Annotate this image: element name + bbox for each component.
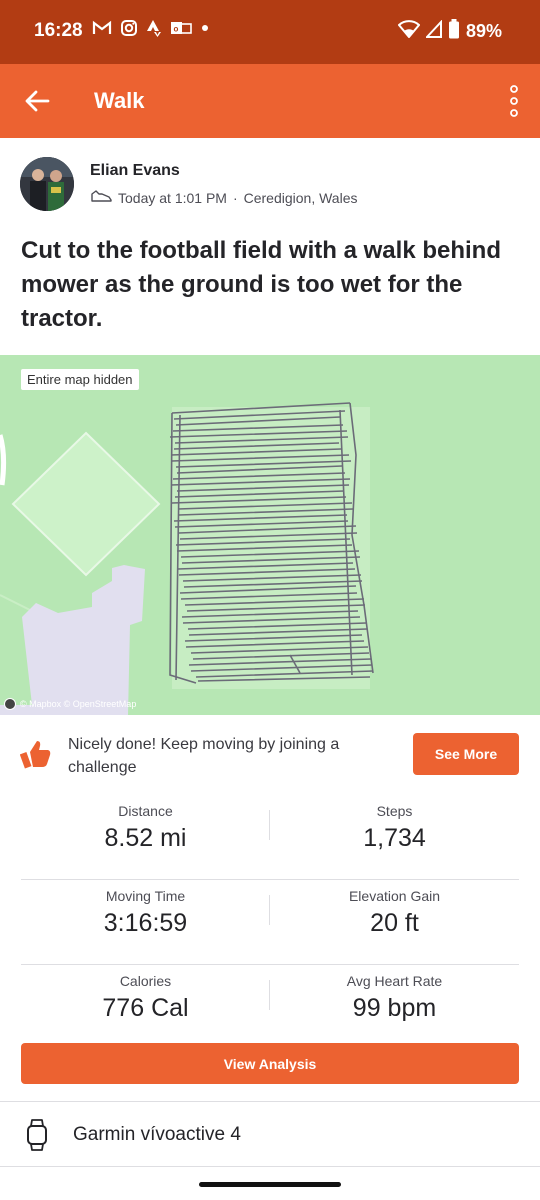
stat-row: Distance 8.52 mi Steps 1,734 (21, 795, 519, 880)
signal-icon (424, 19, 442, 43)
attribution-text: © Mapbox © OpenStreetMap (20, 699, 137, 709)
activity-location: Ceredigion, Wales (243, 189, 358, 206)
see-more-button[interactable]: See More (413, 733, 519, 775)
stats-grid: Distance 8.52 mi Steps 1,734 Moving Time… (21, 795, 519, 1050)
stat-avg-heart-rate: Avg Heart Rate 99 bpm (270, 965, 519, 1023)
view-analysis-button[interactable]: View Analysis (21, 1043, 519, 1084)
activity-time: Today at 1:01 PM (118, 189, 227, 206)
stat-value: 3:16:59 (103, 909, 188, 937)
meta-separator: · (232, 189, 238, 206)
shoe-icon (90, 189, 112, 206)
stat-value: 1,734 (363, 824, 426, 852)
stat-label: Steps (376, 803, 413, 819)
athlete-name[interactable]: Elian Evans (90, 162, 180, 180)
status-bar: 16:28 o 89% (0, 0, 540, 64)
activity-map[interactable]: Entire map hidden © Mapbox © OpenStreetM… (0, 355, 540, 715)
status-time: 16:28 (34, 20, 83, 41)
avatar[interactable] (20, 157, 74, 211)
map-hidden-badge: Entire map hidden (21, 369, 139, 390)
stat-row: Calories 776 Cal Avg Heart Rate 99 bpm (21, 965, 519, 1050)
strava-icon (146, 19, 162, 37)
map-attribution[interactable]: © Mapbox © OpenStreetMap (4, 698, 136, 710)
stat-steps: Steps 1,734 (270, 795, 519, 853)
stat-value: 99 bpm (352, 994, 437, 1022)
page-title: Walk (94, 88, 145, 113)
thumbs-up-icon (19, 737, 54, 776)
stat-label: Moving Time (105, 888, 186, 904)
outlook-icon: o (170, 19, 192, 37)
back-button[interactable] (18, 82, 56, 120)
dot-icon (200, 23, 210, 33)
more-vertical-icon (510, 85, 518, 117)
more-options-button[interactable] (502, 81, 526, 121)
athlete-header: Elian Evans Today at 1:01 PM · Ceredigio… (20, 157, 520, 213)
activity-title: Cut to the football field with a walk be… (21, 237, 501, 332)
system-icons: 89% (397, 19, 502, 44)
stat-value: 20 ft (370, 909, 419, 937)
stat-row: Moving Time 3:16:59 Elevation Gain 20 ft (21, 880, 519, 965)
app-bar: Walk (0, 64, 540, 138)
stat-label: Avg Heart Rate (346, 973, 443, 989)
watch-icon (24, 1118, 50, 1157)
svg-text:o: o (174, 25, 179, 34)
stat-calories: Calories 776 Cal (21, 965, 270, 1023)
stat-distance: Distance 8.52 mi (21, 795, 270, 853)
activity-meta: Today at 1:01 PM · Ceredigion, Wales (90, 189, 358, 206)
notification-icons: o (92, 19, 210, 37)
stat-value: 776 Cal (102, 994, 189, 1022)
battery-icon (448, 19, 460, 44)
device-name: Garmin vívoactive 4 (73, 1124, 241, 1145)
map-canvas (0, 355, 540, 715)
stat-elevation-gain: Elevation Gain 20 ft (270, 880, 519, 938)
arrow-left-icon (25, 90, 50, 112)
home-indicator[interactable] (199, 1182, 341, 1187)
battery-percent: 89% (465, 21, 502, 41)
challenge-prompt: Nicely done! Keep moving by joining a ch… (0, 715, 540, 795)
device-row[interactable]: Garmin vívoactive 4 (0, 1101, 540, 1167)
instagram-icon (120, 19, 138, 37)
challenge-text: Nicely done! Keep moving by joining a ch… (68, 736, 340, 776)
gmail-icon (92, 20, 112, 36)
stat-label: Distance (118, 803, 173, 819)
stat-label: Calories (119, 973, 172, 989)
stat-label: Elevation Gain (348, 888, 441, 904)
wifi-icon (397, 20, 421, 43)
mapbox-logo-icon (4, 698, 16, 710)
stat-moving-time: Moving Time 3:16:59 (21, 880, 270, 938)
stat-value: 8.52 mi (104, 824, 187, 852)
